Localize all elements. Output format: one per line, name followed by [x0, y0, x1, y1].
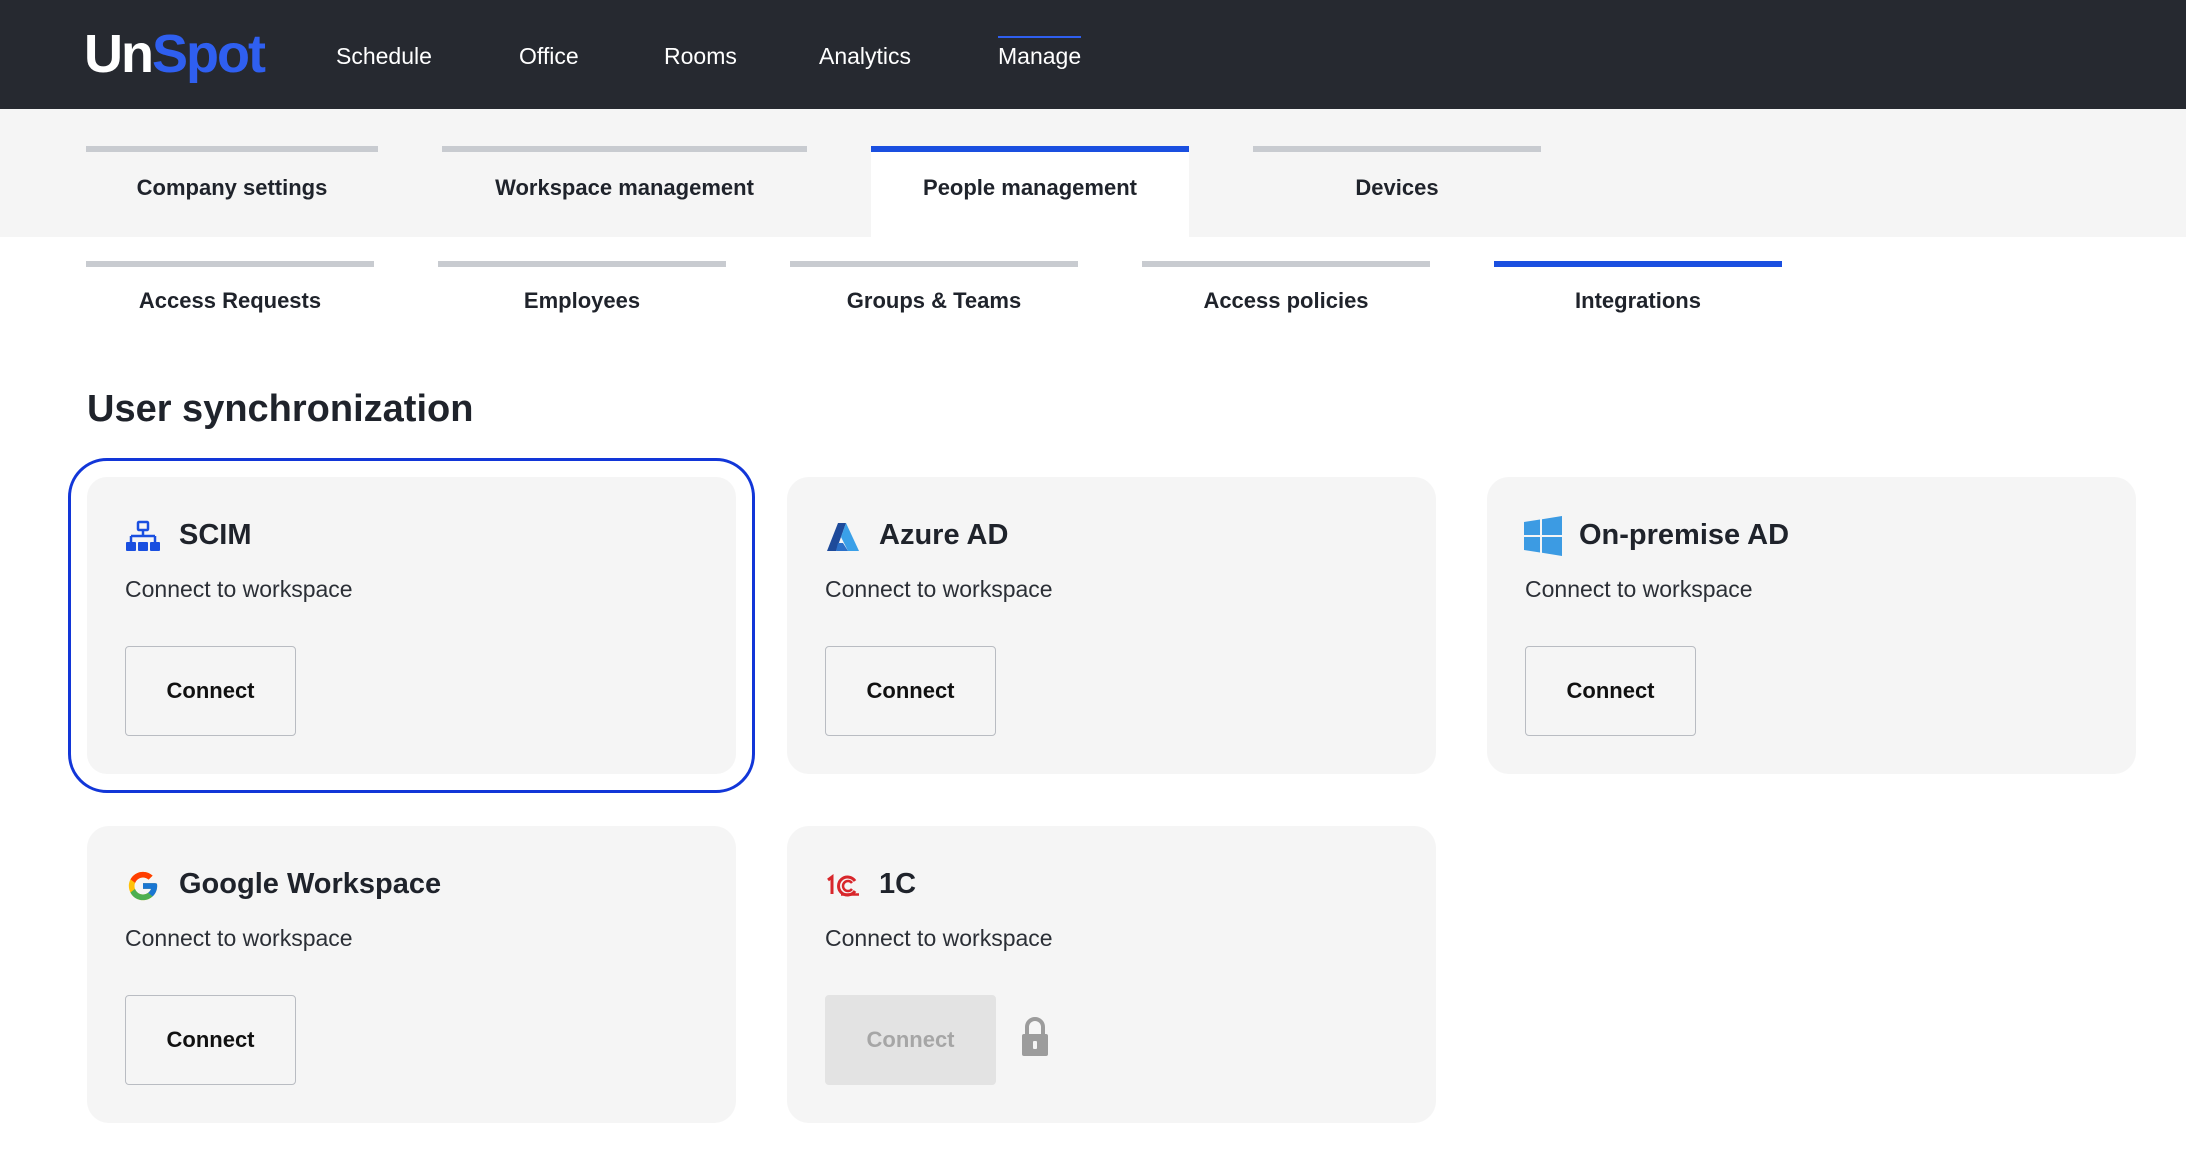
tab-label: Company settings [136, 175, 328, 200]
card-title: Google Workspace [179, 868, 442, 900]
tab-indicator [86, 146, 378, 152]
subtab-indicator [86, 261, 374, 267]
nav-rooms[interactable]: Rooms [664, 40, 737, 72]
subtab-label: Employees [523, 288, 641, 313]
nav-manage[interactable]: Manage [998, 36, 1082, 72]
card-title: 1C [879, 868, 917, 900]
windows-icon [1523, 516, 1563, 556]
integration-card-1c[interactable]: 1C Connect to workspace Connect [787, 826, 1436, 1123]
nav-office[interactable]: Office [519, 40, 579, 72]
logo-text-un: Un [84, 24, 154, 84]
top-navigation: UnSpot Schedule Office Rooms Analytics M… [0, 0, 2186, 109]
subtab-groups-teams[interactable]: Groups & Teams [790, 261, 1078, 321]
card-description: Connect to workspace [1525, 576, 1753, 602]
integration-card-scim[interactable]: SCIM Connect to workspace Connect [68, 458, 755, 793]
card-description: Connect to workspace [125, 925, 353, 951]
tab-company-settings[interactable]: Company settings [86, 146, 378, 237]
tab-label: People management [923, 175, 1137, 200]
card-title: On-premise AD [1579, 519, 1790, 551]
card-title: Azure AD [879, 519, 1009, 551]
subtab-access-requests[interactable]: Access Requests [86, 261, 374, 321]
subtab-label: Access Requests [138, 288, 322, 313]
subtab-employees[interactable]: Employees [438, 261, 726, 321]
tab-indicator [1253, 146, 1541, 152]
lock-icon [1020, 1016, 1050, 1060]
azure-ad-connect-button[interactable]: Connect [825, 646, 996, 736]
subtab-indicator [1142, 261, 1430, 267]
integration-card-azure-ad[interactable]: Azure AD Connect to workspace Connect [787, 477, 1436, 774]
card-description: Connect to workspace [825, 576, 1053, 602]
tab-workspace-management[interactable]: Workspace management [442, 146, 807, 237]
card-description: Connect to workspace [125, 576, 353, 602]
tab-devices[interactable]: Devices [1253, 146, 1541, 237]
subtab-indicator [1494, 261, 1782, 267]
card-description: Connect to workspace [825, 925, 1053, 951]
tab-people-management[interactable]: People management [871, 146, 1189, 237]
on-premise-ad-connect-button[interactable]: Connect [1525, 646, 1696, 736]
subtab-indicator [438, 261, 726, 267]
section-title: User synchronization [87, 388, 474, 430]
azure-icon [825, 519, 861, 555]
subtab-indicator [790, 261, 1078, 267]
tab-indicator [871, 146, 1189, 152]
unspot-logo[interactable]: UnSpot [84, 24, 266, 84]
subtab-label: Groups & Teams [846, 288, 1022, 313]
nav-schedule[interactable]: Schedule [336, 40, 432, 72]
network-icon [125, 519, 161, 555]
scim-connect-button[interactable]: Connect [125, 646, 296, 736]
1c-icon [825, 868, 861, 904]
subtab-label: Access policies [1203, 288, 1369, 313]
subtab-label: Integrations [1575, 288, 1701, 313]
integration-card-google-workspace[interactable]: Google Workspace Connect to workspace Co… [87, 826, 736, 1123]
subtab-integrations[interactable]: Integrations [1494, 261, 1782, 321]
subtab-access-policies[interactable]: Access policies [1142, 261, 1430, 321]
tab-indicator [442, 146, 807, 152]
logo-text-spot: Spot [151, 24, 266, 84]
nav-analytics[interactable]: Analytics [819, 40, 911, 72]
google-workspace-connect-button[interactable]: Connect [125, 995, 296, 1085]
tab-label: Workspace management [495, 175, 754, 200]
tab-label: Devices [1355, 175, 1439, 200]
1c-connect-button-disabled[interactable]: Connect [825, 995, 996, 1085]
google-icon [125, 868, 161, 904]
integration-card-on-premise-ad[interactable]: On-premise AD Connect to workspace Conne… [1487, 477, 2136, 774]
card-title: SCIM [179, 519, 252, 551]
